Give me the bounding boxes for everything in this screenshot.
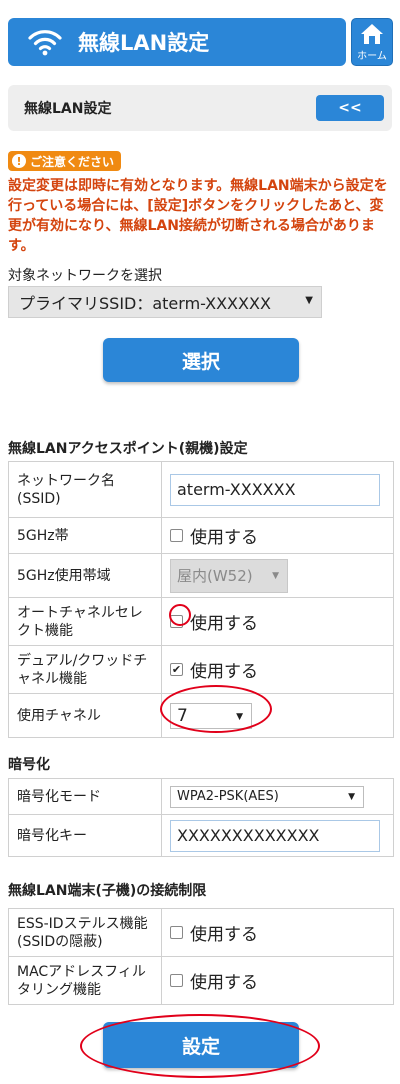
highlight-ring-auto-channel — [169, 604, 191, 626]
encryption-section-title: 暗号化 — [8, 757, 50, 773]
auto-channel-option-label: 使用する — [190, 614, 258, 634]
table-row: ネットワーク名(SSID) aterm-XXXXXX — [8, 461, 394, 518]
page-header: 無線LAN設定 — [8, 18, 346, 66]
table-row: 5GHz使用帯域 屋内(W52) ▼ — [8, 553, 394, 598]
back-button[interactable]: << — [316, 95, 384, 121]
select-button[interactable]: 選択 — [103, 338, 299, 382]
highlight-ring-submit — [80, 1014, 320, 1078]
home-label: ホーム — [357, 51, 387, 62]
encryption-table: 暗号化モード WPA2-PSK(AES) ▼ 暗号化キー XXXXXXXXXXX… — [8, 778, 394, 857]
dropdown-arrow-icon: ▼ — [348, 791, 355, 802]
network-select-value: プライマリSSID：aterm-XXXXXX — [19, 294, 271, 313]
stealth-option-label: 使用する — [190, 925, 258, 945]
encryption-mode-value: WPA2-PSK(AES) — [177, 789, 279, 804]
band5g-range-select[interactable]: 屋内(W52) ▼ — [170, 558, 288, 593]
mac-filter-label: MACアドレスフィルタリング機能 — [8, 956, 162, 1005]
restriction-section-title: 無線LAN端末(子機)の接続制限 — [8, 883, 207, 899]
section-bar-title: 無線LAN設定 — [24, 101, 112, 117]
table-row: 暗号化キー XXXXXXXXXXXXX — [8, 814, 394, 857]
network-select[interactable]: プライマリSSID：aterm-XXXXXX ▼ — [8, 286, 322, 318]
home-icon — [361, 24, 383, 44]
warning-text: 設定変更は即時に有効となります。無線LAN端末から設定を行っている場合には、[設… — [8, 178, 388, 254]
channel-label: 使用チャネル — [8, 693, 162, 738]
table-row: オートチャネルセレクト機能 使用する — [8, 597, 394, 646]
exclamation-icon: ! — [12, 154, 26, 168]
encryption-key-input[interactable]: XXXXXXXXXXXXX — [170, 819, 380, 852]
band5g-option-label: 使用する — [190, 528, 258, 548]
caution-badge-label: ご注意ください — [30, 154, 115, 169]
mac-filter-option-label: 使用する — [190, 973, 258, 993]
encryption-mode-select[interactable]: WPA2-PSK(AES) ▼ — [170, 785, 364, 808]
table-row: 5GHz帯 使用する — [8, 517, 394, 554]
ssid-input[interactable]: aterm-XXXXXX — [170, 473, 380, 506]
stealth-label: ESS-IDステルス機能(SSIDの隠蔽) — [8, 908, 162, 957]
band5g-checkbox[interactable] — [170, 529, 183, 542]
ssid-label: ネットワーク名(SSID) — [8, 461, 162, 518]
table-row: MACアドレスフィルタリング機能 使用する — [8, 956, 394, 1005]
encryption-key-label: 暗号化キー — [8, 814, 162, 857]
page-title: 無線LAN設定 — [78, 31, 210, 55]
encryption-mode-label: 暗号化モード — [8, 778, 162, 815]
wifi-icon — [28, 30, 62, 56]
caution-badge: ! ご注意ください — [8, 151, 122, 171]
ap-section-title: 無線LANアクセスポイント(親機)設定 — [8, 441, 248, 457]
band5g-range-label: 5GHz使用帯域 — [8, 553, 162, 598]
dual-quad-checkbox[interactable]: ✔ — [170, 663, 183, 676]
table-row: 暗号化モード WPA2-PSK(AES) ▼ — [8, 778, 394, 815]
mac-filter-checkbox[interactable] — [170, 974, 183, 987]
band5g-label: 5GHz帯 — [8, 517, 162, 554]
section-bar: 無線LAN設定 << — [8, 85, 392, 131]
band5g-range-value: 屋内(W52) — [177, 567, 253, 585]
home-button[interactable]: ホーム — [351, 18, 393, 66]
network-select-label: 対象ネットワークを選択 — [8, 268, 162, 284]
stealth-checkbox[interactable] — [170, 926, 183, 939]
dropdown-arrow-icon: ▼ — [305, 295, 313, 306]
dropdown-arrow-icon: ▼ — [272, 570, 279, 581]
highlight-ring-channel — [160, 685, 272, 733]
dual-quad-option-label: 使用する — [190, 662, 258, 682]
restriction-table: ESS-IDステルス機能(SSIDの隠蔽) 使用する MACアドレスフィルタリン… — [8, 908, 394, 1005]
auto-channel-label: オートチャネルセレクト機能 — [8, 597, 162, 646]
table-row: ESS-IDステルス機能(SSIDの隠蔽) 使用する — [8, 908, 394, 957]
dual-quad-label: デュアル/クワッドチャネル機能 — [8, 645, 162, 694]
